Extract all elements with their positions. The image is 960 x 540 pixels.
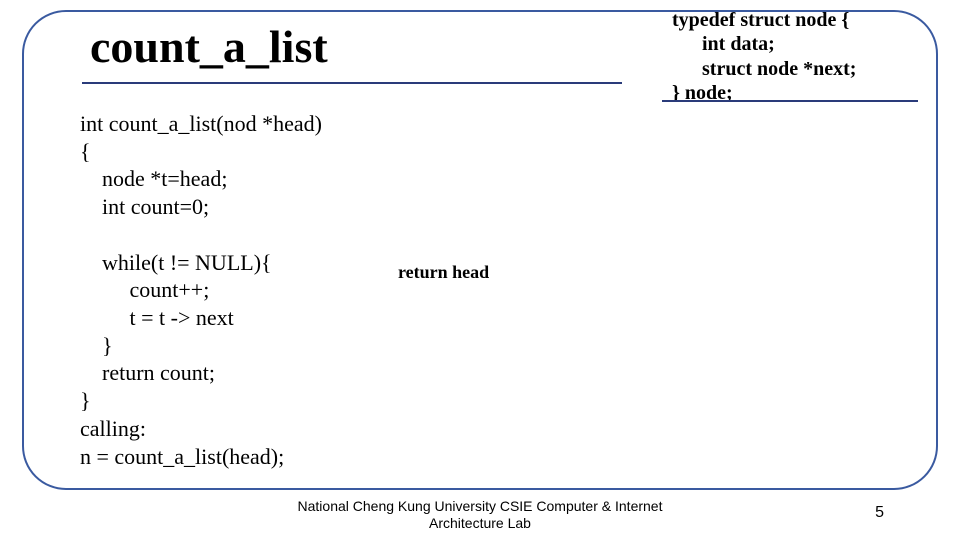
page-number: 5 [875,504,884,522]
return-head-note: return head [398,262,489,283]
typedef-block: typedef struct node { int data; struct n… [672,8,856,106]
typedef-underline [662,100,918,102]
footer-line-2: Architecture Lab [429,515,531,531]
footer-text: National Cheng Kung University CSIE Comp… [0,498,960,532]
slide-title: count_a_list [90,20,328,73]
code-block: int count_a_list(nod *head) { node *t=he… [80,110,322,470]
title-underline [82,82,622,84]
slide: count_a_list typedef struct node { int d… [0,0,960,540]
footer-line-1: National Cheng Kung University CSIE Comp… [298,498,663,514]
